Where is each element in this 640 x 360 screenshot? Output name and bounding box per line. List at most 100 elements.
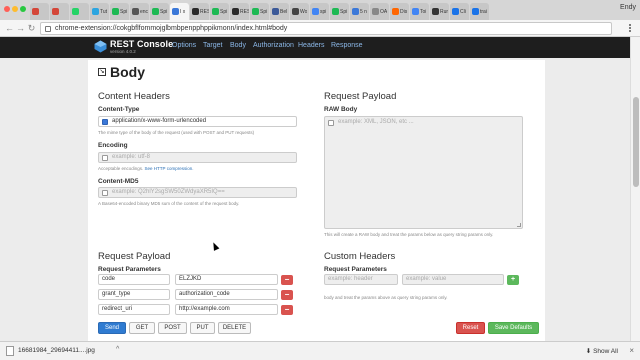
param-key-text: grant_type xyxy=(102,291,131,297)
custom-headers-params-label: Request Parameters xyxy=(324,266,387,273)
browser-tab[interactable]: Spi xyxy=(250,3,269,20)
nav-headers[interactable]: Headers xyxy=(298,42,324,49)
nav-body[interactable]: Body xyxy=(230,42,246,49)
browser-menu-icon[interactable] xyxy=(629,24,632,33)
tab-favicon-icon xyxy=(132,8,139,15)
browser-tab[interactable]: RES xyxy=(190,3,209,20)
download-options-chevron-icon[interactable]: ^ xyxy=(116,346,119,353)
browser-tab[interactable]: enc xyxy=(130,3,149,20)
page-icon xyxy=(45,26,51,32)
nav-target[interactable]: Target xyxy=(203,42,222,49)
browser-tab[interactable]: RES xyxy=(230,3,249,20)
collapse-icon[interactable]: ↘ xyxy=(98,68,106,76)
remove-param-button[interactable]: − xyxy=(281,275,293,285)
download-filename[interactable]: 16681984_29694411....jpg xyxy=(18,347,95,354)
browser-tab[interactable]: OA xyxy=(370,3,389,20)
maximize-window-dot[interactable] xyxy=(20,6,26,12)
browser-tab[interactable]: Tut xyxy=(90,3,109,20)
encoding-checkbox[interactable] xyxy=(102,155,108,161)
rest-console-logo-icon xyxy=(94,40,107,53)
param-key-field[interactable]: code xyxy=(98,274,170,285)
tab-title: Spi xyxy=(260,8,268,15)
add-header-button[interactable]: + xyxy=(507,275,519,285)
image-file-icon xyxy=(6,346,14,356)
forward-arrow-icon[interactable]: → xyxy=(15,23,26,34)
show-all-downloads-button[interactable]: ⬇ Show All xyxy=(586,347,618,355)
browser-tab[interactable]: Spi xyxy=(110,3,129,20)
browser-tab[interactable]: Spi xyxy=(210,3,229,20)
scrollbar-thumb[interactable] xyxy=(633,97,639,187)
browser-tab[interactable]: Bel xyxy=(270,3,289,20)
browser-tab[interactable]: Wo xyxy=(290,3,309,20)
browser-tab[interactable]: trai xyxy=(470,3,489,20)
browser-tab[interactable]: Toi xyxy=(410,3,429,20)
app-brand: REST Console xyxy=(110,39,174,49)
tab-title: RES xyxy=(200,8,209,15)
tab-title: Spi xyxy=(340,8,348,15)
close-download-bar-icon[interactable]: × xyxy=(629,346,634,355)
tab-favicon-icon xyxy=(352,8,359,15)
resize-handle-icon[interactable] xyxy=(517,223,521,227)
browser-tab[interactable] xyxy=(70,3,89,20)
browser-tab[interactable]: I x xyxy=(170,3,189,20)
page-scrollbar[interactable] xyxy=(630,37,640,341)
browser-tab[interactable] xyxy=(50,3,69,20)
custom-headers-heading: Custom Headers xyxy=(324,251,396,262)
content-md5-help: A Base64-encoded binary MD5 sum of the c… xyxy=(98,201,240,206)
remove-param-button[interactable]: − xyxy=(281,290,293,300)
browser-tab[interactable]: Spi xyxy=(330,3,349,20)
param-value-field[interactable]: authorization_code xyxy=(175,289,278,300)
tab-favicon-icon xyxy=(372,8,379,15)
app-navbar: REST Console version 4.0.2 Options Targe… xyxy=(0,37,630,58)
param-value-field[interactable]: http://example.com xyxy=(175,304,278,315)
reset-button[interactable]: Reset xyxy=(456,322,485,334)
content-type-checkbox[interactable] xyxy=(102,119,108,125)
custom-header-value-field[interactable]: example: value xyxy=(402,274,504,285)
raw-body-placeholder: example: XML, JSON, etc ... xyxy=(338,119,414,125)
tab-title: Tut xyxy=(100,8,108,15)
raw-body-textarea[interactable]: example: XML, JSON, etc ... xyxy=(324,116,523,229)
nav-options[interactable]: Options xyxy=(172,42,196,49)
custom-headers-help: body and treat the params above as query… xyxy=(324,295,448,300)
reload-icon[interactable]: ↻ xyxy=(26,23,37,34)
show-all-label: Show All xyxy=(593,348,618,355)
browser-tab[interactable]: Rur xyxy=(430,3,449,20)
browser-tab[interactable]: spi xyxy=(310,3,329,20)
raw-body-checkbox[interactable] xyxy=(328,120,334,126)
content-md5-label: Content-MD5 xyxy=(98,178,139,185)
browser-tab[interactable] xyxy=(30,3,49,20)
param-key-field[interactable]: grant_type xyxy=(98,289,170,300)
close-window-dot[interactable] xyxy=(4,6,10,12)
content-type-value: application/x-www-form-urlencoded xyxy=(112,118,207,124)
custom-header-name-placeholder: example: header xyxy=(328,276,373,282)
param-key-field[interactable]: redirect_uri xyxy=(98,304,170,315)
minimize-window-dot[interactable] xyxy=(12,6,18,12)
address-bar[interactable]: chrome-extension://cokgbflfommojglbmbpen… xyxy=(40,22,612,35)
save-defaults-button[interactable]: Save Defaults xyxy=(488,322,539,334)
post-button[interactable]: POST xyxy=(158,322,187,334)
tab-title: RES xyxy=(240,8,249,15)
profile-name[interactable]: Endy xyxy=(620,4,636,11)
put-button[interactable]: PUT xyxy=(190,322,215,334)
get-button[interactable]: GET xyxy=(129,322,155,334)
nav-response[interactable]: Response xyxy=(331,42,363,49)
browser-tab[interactable]: 5 n xyxy=(350,3,369,20)
browser-toolbar: ← → ↻ chrome-extension://cokgbflfommojgl… xyxy=(0,20,640,37)
content-md5-checkbox[interactable] xyxy=(102,190,108,196)
browser-tab[interactable]: Cli xyxy=(450,3,469,20)
encoding-field[interactable]: example: utf-8 xyxy=(98,152,297,163)
back-arrow-icon[interactable]: ← xyxy=(4,23,15,34)
content-type-field[interactable]: application/x-www-form-urlencoded xyxy=(98,116,297,127)
send-button[interactable]: Send xyxy=(98,322,126,334)
custom-header-name-field[interactable]: example: header xyxy=(324,274,398,285)
tab-title: Spi xyxy=(120,8,128,15)
content-md5-field[interactable]: example: Q2hlY2sgSW50ZWdyaXR5IQ== xyxy=(98,187,297,198)
param-value-field[interactable]: ELZJKD xyxy=(175,274,278,285)
http-compression-link[interactable]: See HTTP compression. xyxy=(145,166,194,171)
browser-tab[interactable]: Dis xyxy=(390,3,409,20)
delete-button[interactable]: DELETE xyxy=(218,322,251,334)
remove-param-button[interactable]: − xyxy=(281,305,293,315)
browser-tab[interactable]: Spi xyxy=(150,3,169,20)
nav-authorization[interactable]: Authorization xyxy=(253,42,294,49)
tab-title: Bel xyxy=(280,8,288,15)
